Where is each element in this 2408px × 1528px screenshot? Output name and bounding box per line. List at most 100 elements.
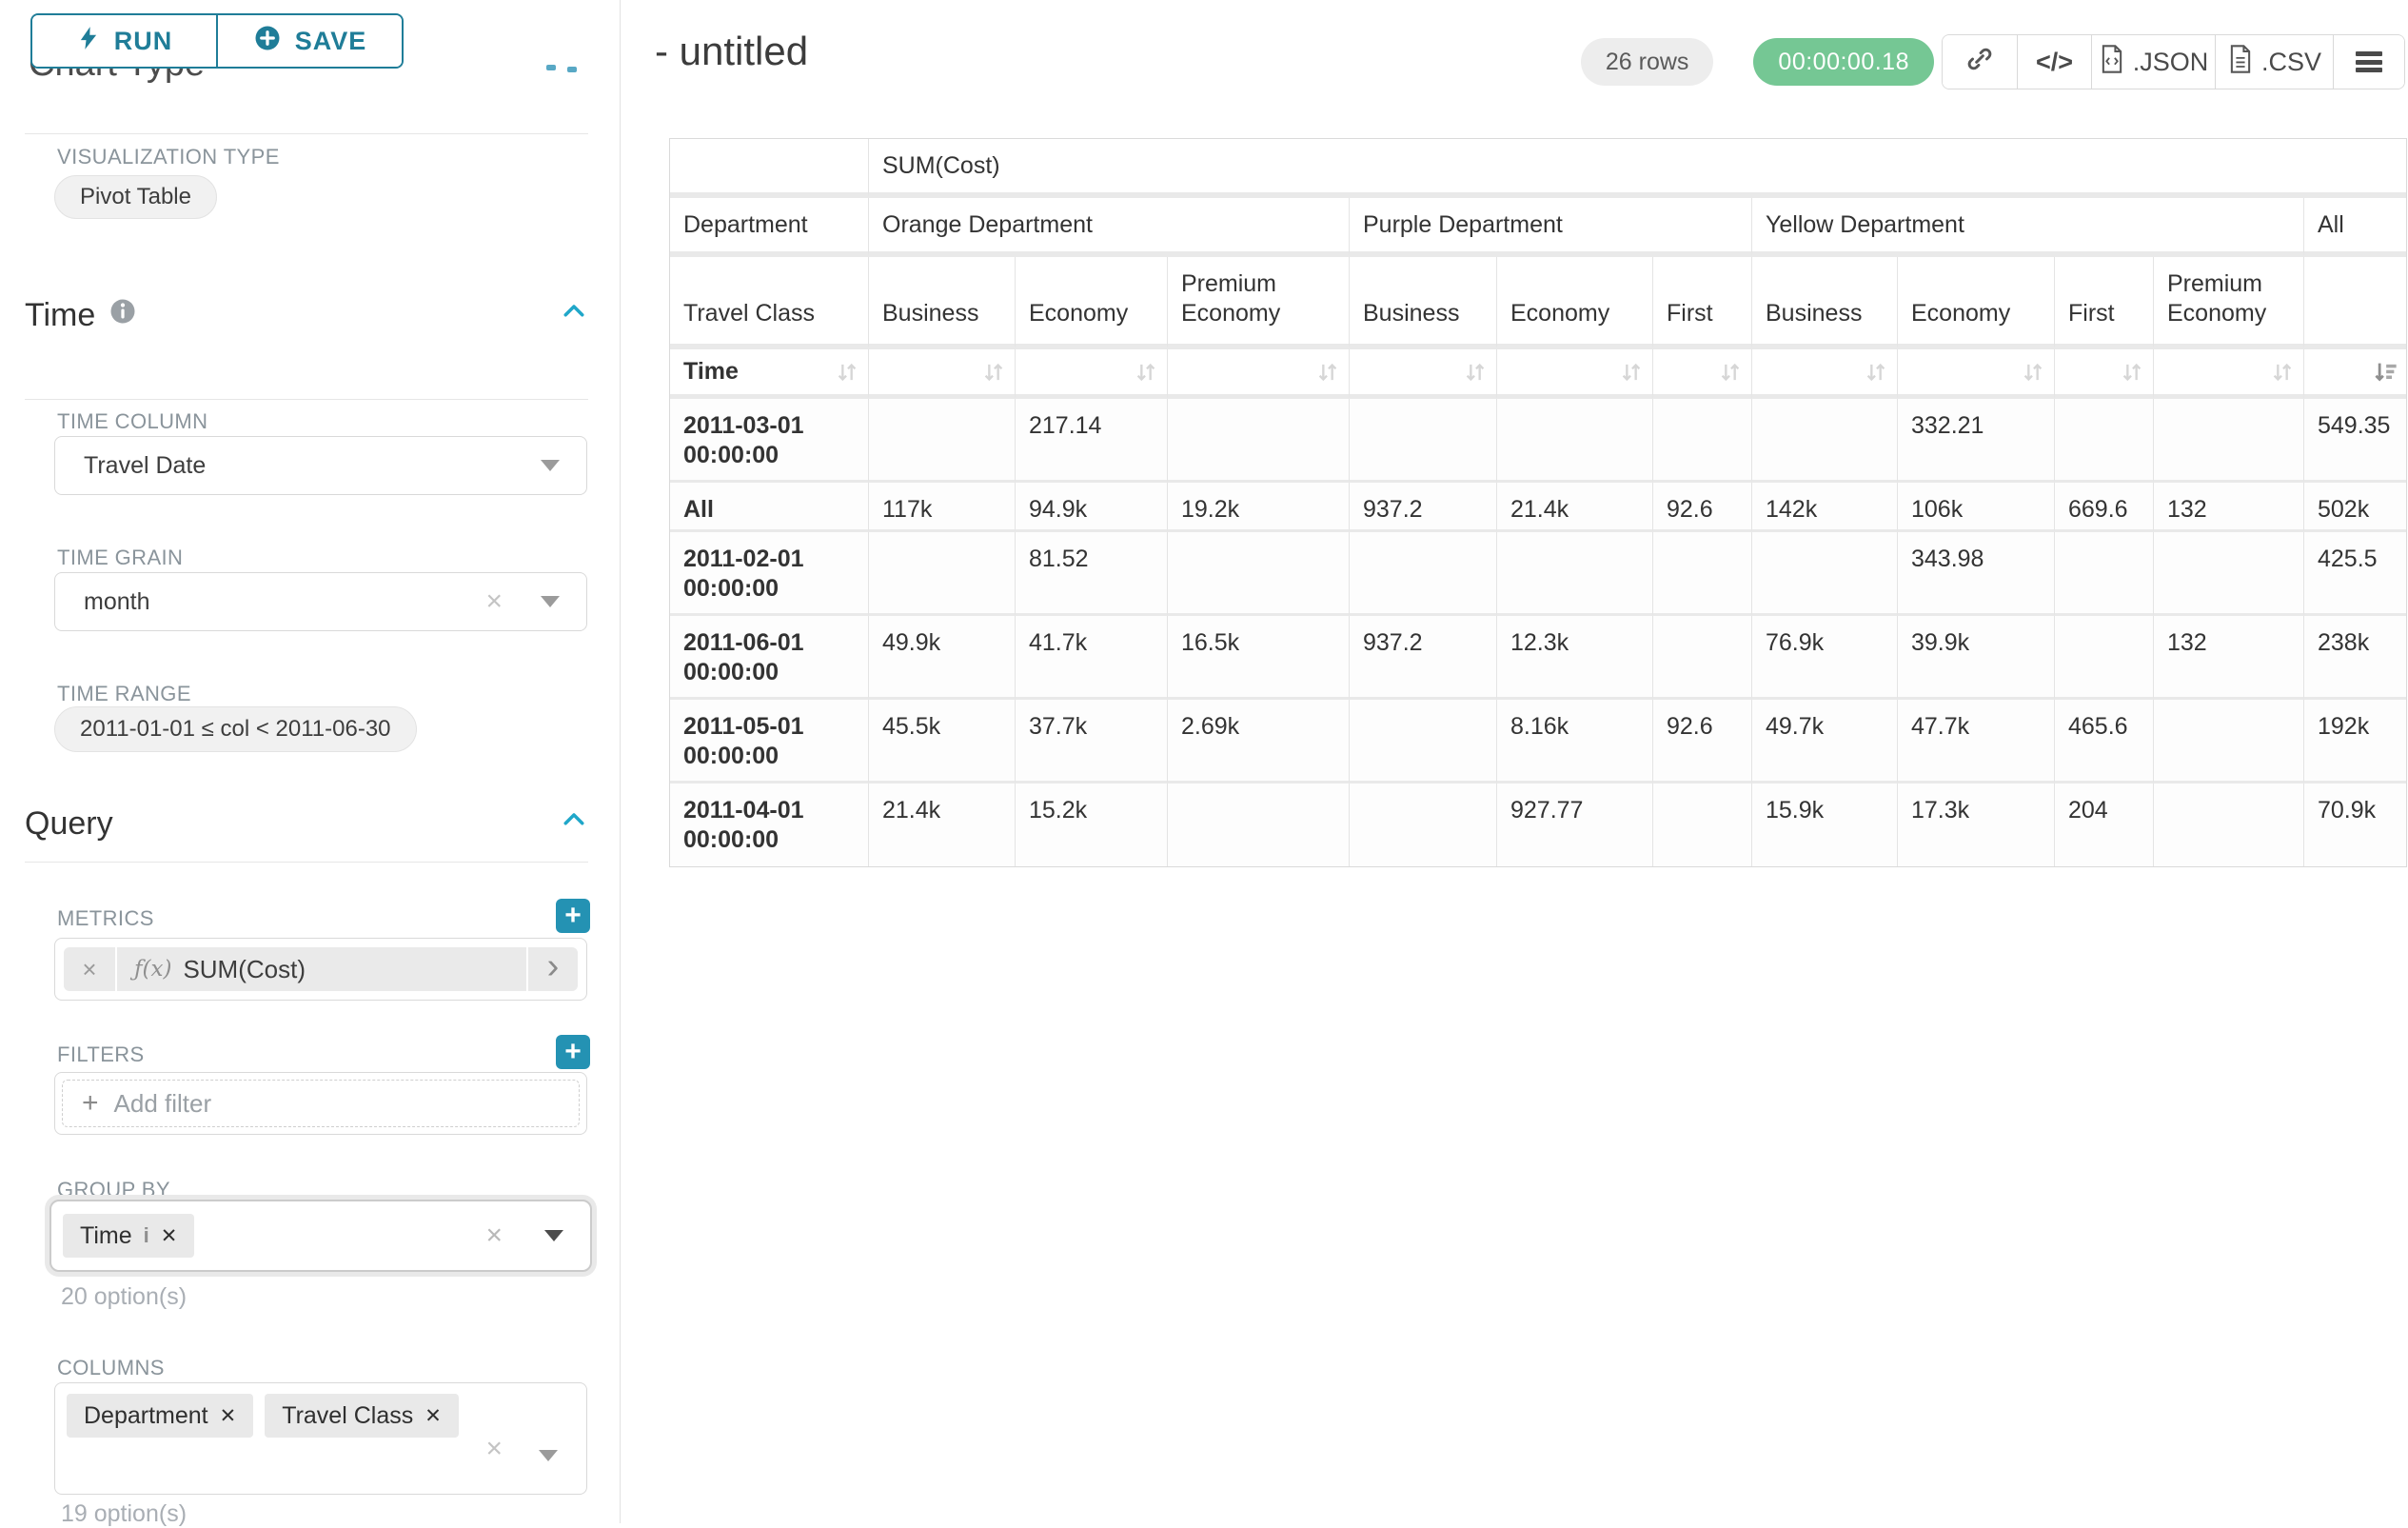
columns-chip[interactable]: Department ✕ bbox=[67, 1394, 253, 1438]
query-section-header[interactable]: Query bbox=[25, 805, 588, 843]
clear-icon[interactable]: × bbox=[485, 1433, 503, 1465]
pivot-value-cell: 15.2k bbox=[1016, 784, 1168, 866]
pivot-value-cell: 49.7k bbox=[1752, 700, 1898, 784]
chip-label: Time bbox=[80, 1222, 132, 1250]
chart-title[interactable]: - untitled bbox=[655, 29, 808, 74]
chevron-up-icon[interactable] bbox=[560, 297, 588, 334]
sort-toggle-icon[interactable] bbox=[834, 359, 860, 386]
pivot-value-cell bbox=[1497, 532, 1653, 616]
pivot-metric-header: SUM(Cost) bbox=[869, 139, 2406, 198]
sort-toggle-icon[interactable] bbox=[1462, 359, 1489, 386]
pivot-row-label: 2011-06-01 00:00:00 bbox=[670, 616, 869, 700]
export-csv-button[interactable]: .CSV bbox=[2215, 35, 2333, 89]
columns-select[interactable]: Department ✕ Travel Class ✕ × bbox=[54, 1382, 587, 1495]
pivot-value-cell: 106k bbox=[1898, 483, 2055, 532]
filters-control: + Add filter bbox=[54, 1072, 587, 1135]
pivot-value-cell: 502k bbox=[2304, 483, 2406, 532]
view-query-button[interactable]: </> bbox=[2017, 35, 2091, 89]
pivot-sort-cell bbox=[1898, 349, 2055, 399]
sort-toggle-icon[interactable] bbox=[2020, 359, 2046, 386]
pivot-value-cell: 92.6 bbox=[1653, 483, 1752, 532]
divider bbox=[25, 862, 588, 863]
sort-toggle-icon[interactable] bbox=[1717, 359, 1744, 386]
plus-circle-icon bbox=[253, 24, 282, 59]
time-column-select[interactable]: Travel Date bbox=[54, 436, 587, 495]
query-section-title: Query bbox=[25, 805, 113, 843]
visualization-type-label: VISUALIZATION TYPE bbox=[57, 145, 280, 169]
add-filter-dropzone[interactable]: + Add filter bbox=[62, 1080, 580, 1127]
pivot-value-cell: 17.3k bbox=[1898, 784, 2055, 866]
pivot-value-cell: 937.2 bbox=[1350, 483, 1497, 532]
remove-chip-icon[interactable]: ✕ bbox=[161, 1224, 178, 1248]
save-button-label: SAVE bbox=[295, 27, 367, 56]
chevron-down-icon bbox=[541, 596, 560, 607]
time-range-pill[interactable]: 2011-01-01 ≤ col < 2011-06-30 bbox=[54, 706, 417, 752]
save-button[interactable]: SAVE bbox=[216, 15, 402, 67]
time-column-value: Travel Date bbox=[84, 452, 206, 480]
sort-desc-active-icon[interactable] bbox=[2372, 359, 2398, 386]
sort-toggle-icon[interactable] bbox=[980, 359, 1007, 386]
chevron-down-icon[interactable] bbox=[544, 1230, 563, 1241]
plus-icon: + bbox=[82, 1087, 99, 1120]
pivot-value-cell: 204 bbox=[2055, 784, 2154, 866]
file-json-icon bbox=[2099, 44, 2125, 81]
info-icon: i bbox=[144, 1223, 149, 1248]
filters-label: FILTERS bbox=[57, 1042, 145, 1067]
sort-toggle-icon[interactable] bbox=[1314, 359, 1341, 386]
remove-chip-icon[interactable]: ✕ bbox=[220, 1404, 237, 1428]
pivot-value-cell bbox=[1350, 700, 1497, 784]
group-by-select[interactable]: Time i ✕ × bbox=[49, 1200, 592, 1272]
pivot-sort-cell bbox=[869, 349, 1016, 399]
link-icon bbox=[1964, 44, 1995, 81]
group-by-chip[interactable]: Time i ✕ bbox=[63, 1214, 194, 1258]
sort-toggle-icon[interactable] bbox=[1863, 359, 1889, 386]
time-grain-select[interactable]: month × bbox=[54, 572, 587, 631]
add-filter-plus-button[interactable]: + bbox=[556, 1035, 590, 1069]
metric-pill[interactable]: × ƒ(x) SUM(Cost) › bbox=[64, 947, 578, 991]
chevron-up-icon[interactable] bbox=[560, 805, 588, 843]
pivot-value-cell: 8.16k bbox=[1497, 700, 1653, 784]
pivot-value-cell bbox=[1168, 399, 1350, 483]
add-metric-button[interactable]: + bbox=[556, 899, 590, 933]
pivot-value-cell bbox=[2154, 700, 2304, 784]
clear-icon[interactable]: × bbox=[485, 1220, 503, 1252]
remove-chip-icon[interactable]: ✕ bbox=[424, 1404, 442, 1428]
copy-link-button[interactable] bbox=[1943, 35, 2017, 89]
pivot-row-label: 2011-04-01 00:00:00 bbox=[670, 784, 869, 866]
metric-name: SUM(Cost) bbox=[183, 955, 306, 984]
chip-label: Travel Class bbox=[282, 1402, 413, 1430]
chevron-down-icon[interactable] bbox=[539, 1450, 558, 1461]
export-csv-label: .CSV bbox=[2261, 48, 2321, 77]
viz-type-pill[interactable]: Pivot Table bbox=[54, 175, 217, 219]
clear-icon[interactable]: × bbox=[485, 587, 503, 616]
pivot-value-cell: 37.7k bbox=[1016, 700, 1168, 784]
pivot-value-cell: 2.69k bbox=[1168, 700, 1350, 784]
metrics-label: METRICS bbox=[57, 906, 154, 931]
sort-toggle-icon[interactable] bbox=[2269, 359, 2296, 386]
more-options-button[interactable] bbox=[2333, 35, 2404, 89]
pivot-row-axis-label: Time bbox=[670, 349, 869, 399]
run-button[interactable]: RUN bbox=[32, 15, 216, 67]
remove-metric-icon[interactable]: × bbox=[64, 947, 115, 991]
columns-chip[interactable]: Travel Class ✕ bbox=[265, 1394, 459, 1438]
expand-metric-icon[interactable]: › bbox=[528, 947, 578, 991]
pivot-value-cell bbox=[1653, 784, 1752, 866]
sort-toggle-icon[interactable] bbox=[1618, 359, 1645, 386]
pivot-axis-label: Travel Class bbox=[670, 257, 869, 349]
pivot-value-cell bbox=[1350, 399, 1497, 483]
export-json-button[interactable]: .JSON bbox=[2091, 35, 2215, 89]
run-button-label: RUN bbox=[114, 27, 173, 56]
time-section-header[interactable]: Time bbox=[25, 297, 588, 334]
pivot-col-header: Premium Economy bbox=[1168, 257, 1350, 349]
pivot-value-cell: 425.5 bbox=[2304, 532, 2406, 616]
sort-toggle-icon[interactable] bbox=[1133, 359, 1159, 386]
clipped-control-dot bbox=[567, 67, 577, 72]
control-panel: Chart Type RUN SAVE VISUALIZATION TYPE P… bbox=[0, 0, 621, 1523]
pivot-value-cell bbox=[1653, 616, 1752, 700]
pivot-value-cell: 19.2k bbox=[1168, 483, 1350, 532]
pivot-value-cell: 117k bbox=[869, 483, 1016, 532]
pivot-value-cell: 21.4k bbox=[869, 784, 1016, 866]
pivot-value-cell: 76.9k bbox=[1752, 616, 1898, 700]
pivot-sort-cell bbox=[1653, 349, 1752, 399]
sort-toggle-icon[interactable] bbox=[2119, 359, 2145, 386]
